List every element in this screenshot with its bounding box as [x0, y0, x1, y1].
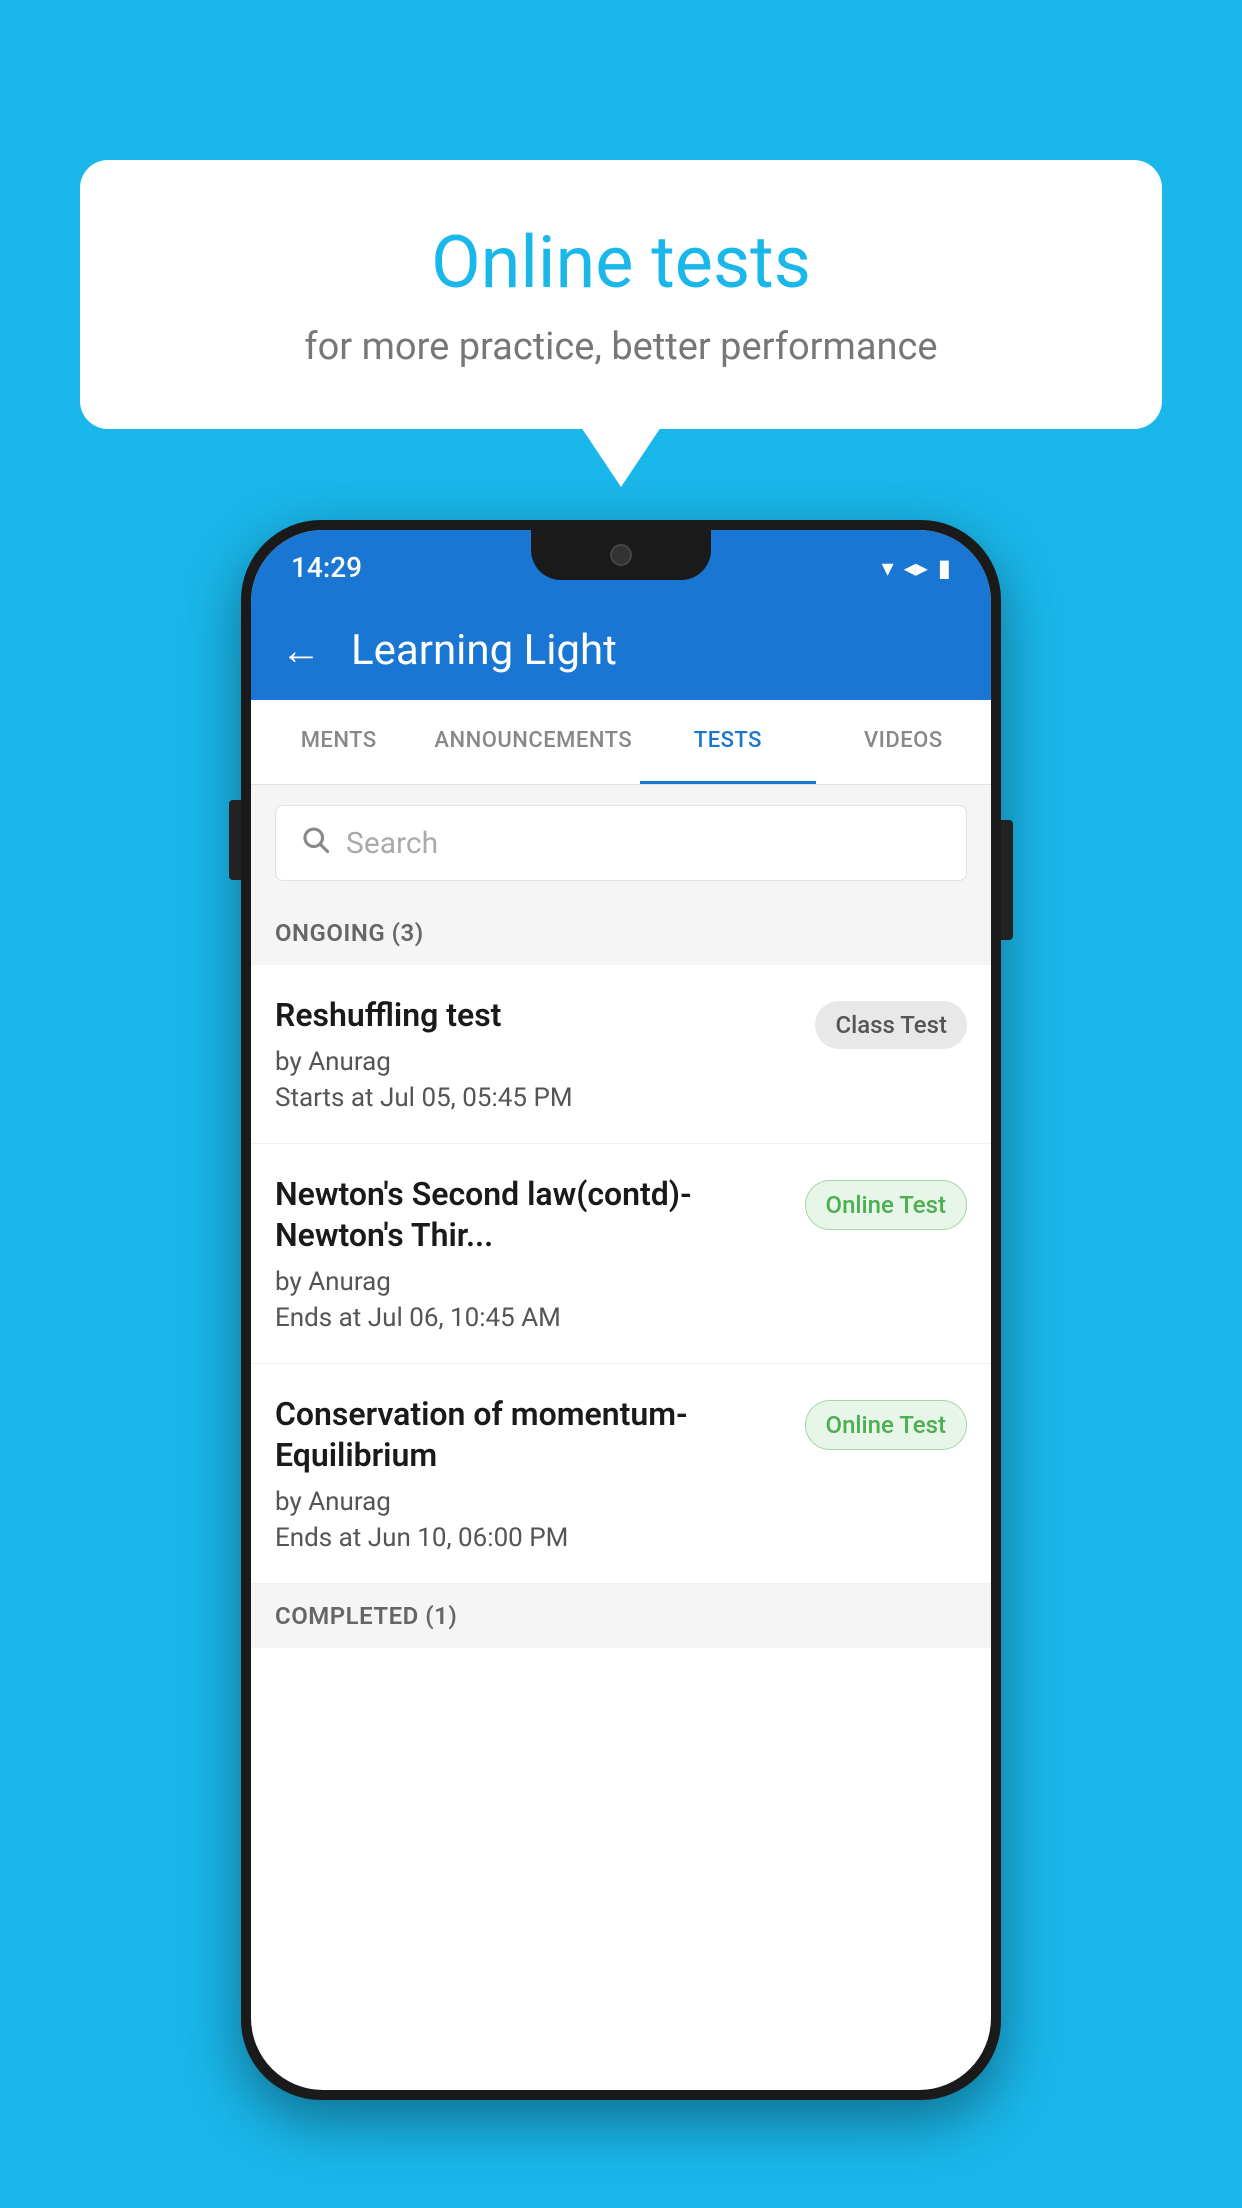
test-time-reshuffling: Starts at Jul 05, 05:45 PM — [275, 1083, 795, 1113]
test-item-newton[interactable]: Newton's Second law(contd)-Newton's Thir… — [251, 1144, 991, 1364]
test-list: Reshuffling test by Anurag Starts at Jul… — [251, 965, 991, 1584]
test-info-newton: Newton's Second law(contd)-Newton's Thir… — [275, 1174, 805, 1333]
speech-bubble-title: Online tests — [160, 220, 1082, 305]
test-badge-newton: Online Test — [805, 1180, 967, 1230]
test-info-reshuffling: Reshuffling test by Anurag Starts at Jul… — [275, 995, 815, 1113]
tab-announcements[interactable]: ANNOUNCEMENTS — [426, 700, 640, 784]
status-time: 14:29 — [291, 551, 362, 584]
app-header: ← Learning Light — [251, 600, 991, 700]
search-placeholder-text: Search — [346, 826, 438, 861]
speech-bubble-subtitle: for more practice, better performance — [160, 325, 1082, 369]
speech-bubble: Online tests for more practice, better p… — [80, 160, 1162, 429]
test-name-newton: Newton's Second law(contd)-Newton's Thir… — [275, 1174, 785, 1257]
test-badge-reshuffling: Class Test — [815, 1001, 967, 1049]
signal-icon: ◂▸ — [904, 554, 928, 582]
test-item-conservation[interactable]: Conservation of momentum-Equilibrium by … — [251, 1364, 991, 1584]
search-container: Search — [251, 785, 991, 901]
speech-bubble-arrow — [581, 427, 661, 487]
test-time-conservation: Ends at Jun 10, 06:00 PM — [275, 1523, 785, 1553]
tab-videos[interactable]: VIDEOS — [816, 700, 991, 784]
test-name-conservation: Conservation of momentum-Equilibrium — [275, 1394, 785, 1477]
test-time-newton: Ends at Jul 06, 10:45 AM — [275, 1303, 785, 1333]
ongoing-section-header: ONGOING (3) — [251, 901, 991, 965]
test-author-conservation: by Anurag — [275, 1487, 785, 1517]
app-header-title: Learning Light — [351, 626, 617, 675]
phone-mockup: 14:29 ▾ ◂▸ ▮ ← Learning Light MENTS ANNO… — [241, 520, 1001, 2100]
test-info-conservation: Conservation of momentum-Equilibrium by … — [275, 1394, 805, 1553]
battery-icon: ▮ — [938, 554, 951, 582]
phone-camera — [610, 544, 632, 566]
test-name-reshuffling: Reshuffling test — [275, 995, 795, 1037]
wifi-icon: ▾ — [882, 554, 894, 582]
search-icon — [300, 824, 330, 862]
test-author-reshuffling: by Anurag — [275, 1047, 795, 1077]
phone-outer: 14:29 ▾ ◂▸ ▮ ← Learning Light MENTS ANNO… — [241, 520, 1001, 2100]
speech-bubble-container: Online tests for more practice, better p… — [80, 160, 1162, 487]
test-badge-conservation: Online Test — [805, 1400, 967, 1450]
phone-notch — [531, 530, 711, 580]
test-item-reshuffling[interactable]: Reshuffling test by Anurag Starts at Jul… — [251, 965, 991, 1144]
back-button[interactable]: ← — [281, 627, 321, 674]
completed-section-header: COMPLETED (1) — [251, 1584, 991, 1648]
status-icons: ▾ ◂▸ ▮ — [882, 554, 951, 582]
phone-inner: 14:29 ▾ ◂▸ ▮ ← Learning Light MENTS ANNO… — [251, 530, 991, 2090]
tab-ments[interactable]: MENTS — [251, 700, 426, 784]
tab-tests[interactable]: TESTS — [640, 700, 815, 784]
search-bar[interactable]: Search — [275, 805, 967, 881]
tabs-container: MENTS ANNOUNCEMENTS TESTS VIDEOS — [251, 700, 991, 785]
test-author-newton: by Anurag — [275, 1267, 785, 1297]
